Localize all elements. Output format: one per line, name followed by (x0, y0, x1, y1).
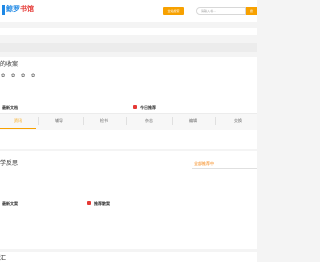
reflection-section (0, 151, 257, 249)
tab-news[interactable]: 资讯 (0, 113, 36, 129)
tab-magazine[interactable]: 杂志 (131, 113, 167, 129)
recommended-cases-title: 推荐散案 (94, 201, 110, 206)
star-icon: ✿ (11, 73, 16, 79)
tab-tutoring[interactable]: 辅导 (41, 113, 77, 129)
logo-icon (2, 5, 5, 15)
today-recommend-title: 今日推荐 (140, 105, 156, 110)
tab-divider (38, 117, 39, 125)
flame-icon (87, 201, 91, 205)
search-submit-button[interactable]: 搜 (246, 7, 257, 15)
tab-divider (172, 117, 173, 125)
search-input[interactable]: 请输入书... (196, 7, 246, 15)
star-icon: ✿ (21, 73, 26, 79)
logo-text-part1: 鲸罗 (6, 5, 20, 13)
tab-divider (126, 117, 127, 125)
summary-section-title: 汇 (0, 255, 7, 262)
flame-icon (133, 105, 137, 109)
tab-divider (215, 117, 216, 125)
search-scope-button[interactable]: 全站搜索 (163, 7, 184, 15)
star-icon: ✿ (1, 73, 6, 79)
tab-books[interactable]: 检书 (86, 113, 122, 129)
tab-editor[interactable]: 编辑 (175, 113, 211, 129)
tab-exchange[interactable]: 交换 (220, 113, 256, 129)
nav-strip (0, 28, 257, 35)
banner-strip (0, 43, 257, 52)
featured-section (0, 57, 257, 149)
latest-docs-title: 最新文档 (2, 105, 18, 110)
view-all-link[interactable]: 全部推荐中 (194, 162, 214, 166)
star-icon: ✿ (31, 73, 36, 79)
tab-divider (83, 117, 84, 125)
reflection-section-title: 学反思 (0, 160, 19, 167)
summary-section (0, 252, 257, 262)
link-divider (192, 168, 257, 169)
site-logo[interactable]: 鲸罗书馆 (6, 6, 34, 13)
featured-section-title: 的收案 (0, 61, 19, 68)
latest-cases-title: 最新文案 (2, 201, 18, 206)
logo-text-part2: 书馆 (20, 5, 34, 13)
